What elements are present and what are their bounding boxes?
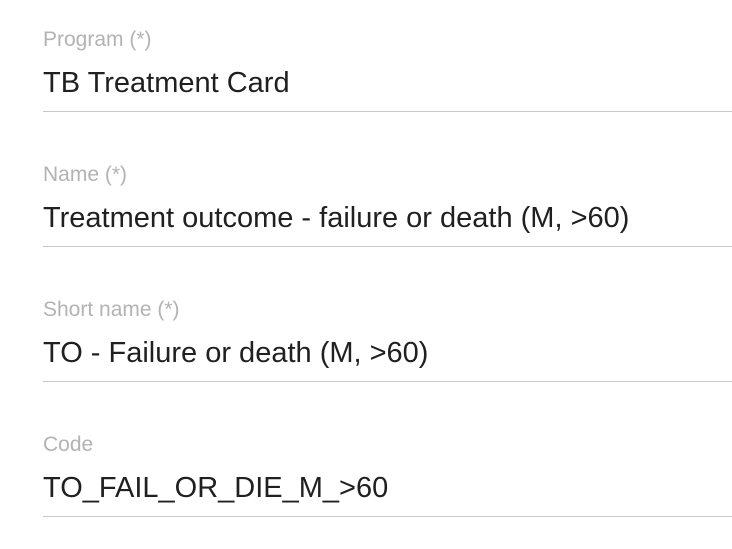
name-field: Name (*) Treatment outcome - failure or … [43,135,732,249]
short-name-input[interactable]: TO - Failure or death (M, >60) [43,332,732,382]
code-input[interactable]: TO_FAIL_OR_DIE_M_>60 [43,467,732,517]
name-label: Name (*) [43,163,128,186]
program-value: TB Treatment Card [43,67,290,99]
program-label: Program (*) [43,28,152,51]
short-name-value: TO - Failure or death (M, >60) [43,337,429,369]
program-field: Program (*) TB Treatment Card [43,0,732,114]
code-field: Code TO_FAIL_OR_DIE_M_>60 [43,405,732,519]
short-name-label: Short name (*) [43,298,180,321]
name-input[interactable]: Treatment outcome - failure or death (M,… [43,197,732,247]
code-value: TO_FAIL_OR_DIE_M_>60 [43,472,389,504]
name-value: Treatment outcome - failure or death (M,… [43,202,630,234]
program-input[interactable]: TB Treatment Card [43,62,732,112]
short-name-field: Short name (*) TO - Failure or death (M,… [43,270,732,384]
code-label: Code [43,433,94,456]
